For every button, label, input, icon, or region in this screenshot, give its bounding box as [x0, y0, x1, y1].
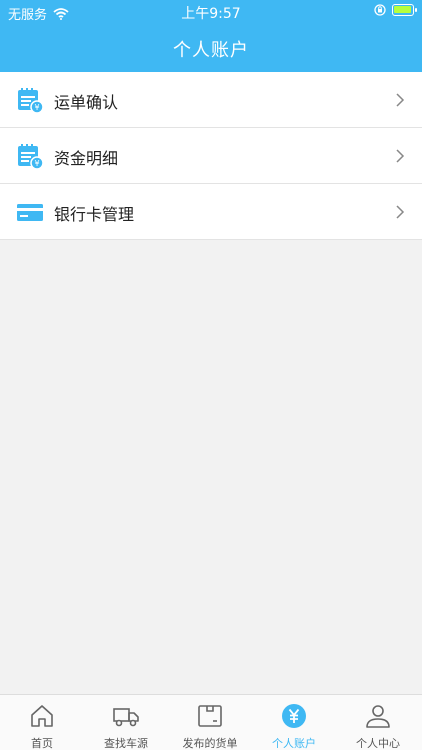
waybill-calendar-icon: ¥ [18, 88, 44, 114]
tab-personal-account[interactable]: 个人账户 [252, 695, 336, 750]
chevron-right-icon [396, 205, 405, 219]
tab-label: 首页 [31, 737, 53, 750]
menu-item-waybill-confirm[interactable]: ¥ 运单确认 [0, 72, 422, 128]
tab-label: 个人账户 [272, 737, 316, 750]
status-bar: 无服务 上午9:57 [0, 0, 422, 24]
menu-item-label: 运单确认 [54, 93, 119, 112]
tab-label: 查找车源 [104, 737, 148, 750]
status-time: 上午9:57 [181, 6, 241, 22]
bank-card-icon [17, 204, 43, 221]
menu-item-label: 资金明细 [54, 149, 119, 168]
battery-icon [392, 4, 417, 16]
chevron-right-icon [396, 93, 405, 107]
tab-home[interactable]: 首页 [0, 695, 84, 750]
package-icon [198, 705, 222, 727]
tab-label: 个人中心 [356, 737, 400, 750]
header: 无服务 上午9:57 个人账户 [0, 0, 422, 72]
page-title: 个人账户 [173, 40, 249, 61]
menu-item-funds-detail[interactable]: ¥ 资金明细 [0, 128, 422, 184]
status-right [374, 4, 417, 16]
truck-icon [113, 708, 139, 727]
menu-item-bank-card[interactable]: 银行卡管理 [0, 184, 422, 240]
svg-text:¥: ¥ [34, 103, 39, 112]
home-icon [31, 705, 53, 727]
svg-text:¥: ¥ [34, 159, 39, 168]
chevron-right-icon [396, 149, 405, 163]
tab-bar: 首页 查找车源 发布的货单 个人账户 个人中心 [0, 694, 422, 750]
tab-find-vehicles[interactable]: 查找车源 [84, 695, 168, 750]
funds-calendar-icon: ¥ [18, 144, 44, 170]
yuan-icon [282, 704, 306, 728]
orientation-lock-icon [374, 4, 386, 16]
account-menu: ¥ 运单确认 ¥ 资金明细 银行卡管理 [0, 72, 422, 240]
user-icon [366, 705, 390, 728]
tab-label: 发布的货单 [182, 737, 238, 750]
tab-personal-center[interactable]: 个人中心 [336, 695, 420, 750]
menu-item-label: 银行卡管理 [54, 205, 135, 224]
tab-published-orders[interactable]: 发布的货单 [168, 695, 252, 750]
